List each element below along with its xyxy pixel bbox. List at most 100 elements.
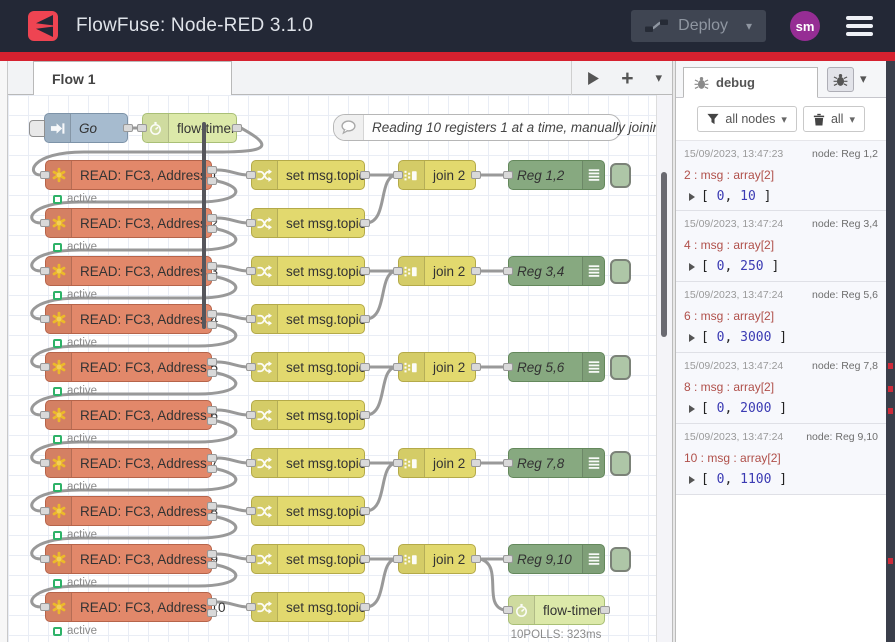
change-node[interactable]: set msg.topic <box>251 256 365 286</box>
output-port[interactable] <box>207 166 217 174</box>
change-node[interactable]: set msg.topic <box>251 400 365 430</box>
debug-filter-button[interactable]: all nodes ▾ <box>697 106 797 132</box>
expand-caret-icon[interactable] <box>689 263 695 271</box>
input-port[interactable] <box>503 267 513 275</box>
debug-clear-button[interactable]: all ▾ <box>803 106 865 132</box>
output-port[interactable] <box>207 214 217 222</box>
debug-message[interactable]: 15/09/2023, 13:47:24node: Reg 7,88 : msg… <box>676 353 886 424</box>
input-port[interactable] <box>246 603 256 611</box>
input-port[interactable] <box>503 363 513 371</box>
input-port[interactable] <box>503 606 513 614</box>
output-port[interactable] <box>207 550 217 558</box>
input-port[interactable] <box>503 555 513 563</box>
read-node[interactable]: READ: FC3, Address 10 <box>45 592 212 622</box>
debug-node[interactable]: Reg 7,8 <box>508 448 605 478</box>
read-node[interactable]: READ: FC3, Address 4 <box>45 304 212 334</box>
deploy-options-chevron-icon[interactable]: ▾ <box>746 19 752 33</box>
debug-toggle-button[interactable] <box>610 355 631 380</box>
flow-canvas[interactable]: Go flow-timer Reading 10 registers 1 at a … <box>8 95 656 642</box>
output-port[interactable] <box>207 465 217 473</box>
change-node[interactable]: set msg.topic <box>251 208 365 238</box>
comment-node[interactable]: Reading 10 registers 1 at a time, manual… <box>333 114 621 141</box>
debug-message[interactable]: 15/09/2023, 13:47:24node: Reg 3,44 : msg… <box>676 211 886 282</box>
output-port[interactable] <box>471 171 481 179</box>
output-port[interactable] <box>360 603 370 611</box>
change-node[interactable]: set msg.topic <box>251 496 365 526</box>
debug-node[interactable]: Reg 9,10 <box>508 544 605 574</box>
input-port[interactable] <box>246 555 256 563</box>
expand-caret-icon[interactable] <box>689 405 695 413</box>
output-port[interactable] <box>207 561 217 569</box>
input-port[interactable] <box>246 459 256 467</box>
input-port[interactable] <box>393 555 403 563</box>
change-node[interactable]: set msg.topic <box>251 304 365 334</box>
inject-node[interactable]: Go <box>44 113 128 143</box>
expand-caret-icon[interactable] <box>689 193 695 201</box>
join-node[interactable]: join 2 <box>398 448 476 478</box>
output-port[interactable] <box>207 502 217 510</box>
input-port[interactable] <box>40 603 50 611</box>
expand-caret-icon[interactable] <box>689 334 695 342</box>
user-avatar[interactable]: sm <box>790 11 820 41</box>
canvas-scrollbar-thumb[interactable] <box>661 172 667 337</box>
input-port[interactable] <box>393 363 403 371</box>
output-port[interactable] <box>360 411 370 419</box>
debug-node[interactable]: Reg 3,4 <box>508 256 605 286</box>
debug-scrollbar-thumb[interactable] <box>202 122 206 329</box>
read-node[interactable]: READ: FC3, Address 3 <box>45 256 212 286</box>
output-port[interactable] <box>360 315 370 323</box>
flow-list-chevron-icon[interactable]: ▾ <box>655 70 662 86</box>
output-port[interactable] <box>207 609 217 617</box>
output-port[interactable] <box>471 267 481 275</box>
input-port[interactable] <box>40 315 50 323</box>
output-port[interactable] <box>207 369 217 377</box>
expand-caret-icon[interactable] <box>689 476 695 484</box>
window-scrollbar[interactable] <box>886 61 895 642</box>
input-port[interactable] <box>393 459 403 467</box>
output-port[interactable] <box>207 321 217 329</box>
read-node[interactable]: READ: FC3, Address 1 <box>45 160 212 190</box>
debug-toggle-button[interactable] <box>610 163 631 188</box>
input-port[interactable] <box>503 171 513 179</box>
output-port[interactable] <box>600 606 610 614</box>
sidebar-options-chevron-icon[interactable]: ▾ <box>860 71 867 87</box>
debug-message[interactable]: 15/09/2023, 13:47:24node: Reg 9,1010 : m… <box>676 424 886 495</box>
output-port[interactable] <box>360 555 370 563</box>
read-node[interactable]: READ: FC3, Address 2 <box>45 208 212 238</box>
tab-debug[interactable]: debug <box>683 67 818 98</box>
output-port[interactable] <box>207 225 217 233</box>
output-port[interactable] <box>123 124 133 132</box>
output-port[interactable] <box>232 124 242 132</box>
input-port[interactable] <box>40 411 50 419</box>
output-port[interactable] <box>360 507 370 515</box>
debug-toggle-button[interactable] <box>610 547 631 572</box>
main-menu-button[interactable] <box>844 14 875 38</box>
output-port[interactable] <box>207 417 217 425</box>
input-port[interactable] <box>246 507 256 515</box>
read-node[interactable]: READ: FC3, Address 9 <box>45 544 212 574</box>
output-port[interactable] <box>360 171 370 179</box>
debug-message[interactable]: 15/09/2023, 13:47:24node: Reg 5,66 : msg… <box>676 282 886 353</box>
debug-node[interactable]: Reg 5,6 <box>508 352 605 382</box>
input-port[interactable] <box>137 124 147 132</box>
output-port[interactable] <box>207 513 217 521</box>
change-node[interactable]: set msg.topic <box>251 160 365 190</box>
change-node[interactable]: set msg.topic <box>251 448 365 478</box>
output-port[interactable] <box>207 273 217 281</box>
debug-message[interactable]: 15/09/2023, 13:47:23node: Reg 1,22 : msg… <box>676 140 886 211</box>
input-port[interactable] <box>40 507 50 515</box>
deploy-button[interactable]: Deploy ▾ <box>631 10 766 42</box>
output-port[interactable] <box>360 219 370 227</box>
flow-timer-node[interactable]: flow-timer <box>142 113 237 143</box>
input-port[interactable] <box>393 171 403 179</box>
output-port[interactable] <box>360 363 370 371</box>
input-port[interactable] <box>40 267 50 275</box>
input-port[interactable] <box>40 171 50 179</box>
tab-flow-1[interactable]: Flow 1 <box>33 61 232 95</box>
input-port[interactable] <box>246 363 256 371</box>
debug-node[interactable]: Reg 1,2 <box>508 160 605 190</box>
inject-trigger-button[interactable] <box>29 120 45 137</box>
tab-scroll-right-icon[interactable] <box>588 72 599 85</box>
add-flow-button[interactable]: + <box>621 68 633 89</box>
output-port[interactable] <box>207 454 217 462</box>
